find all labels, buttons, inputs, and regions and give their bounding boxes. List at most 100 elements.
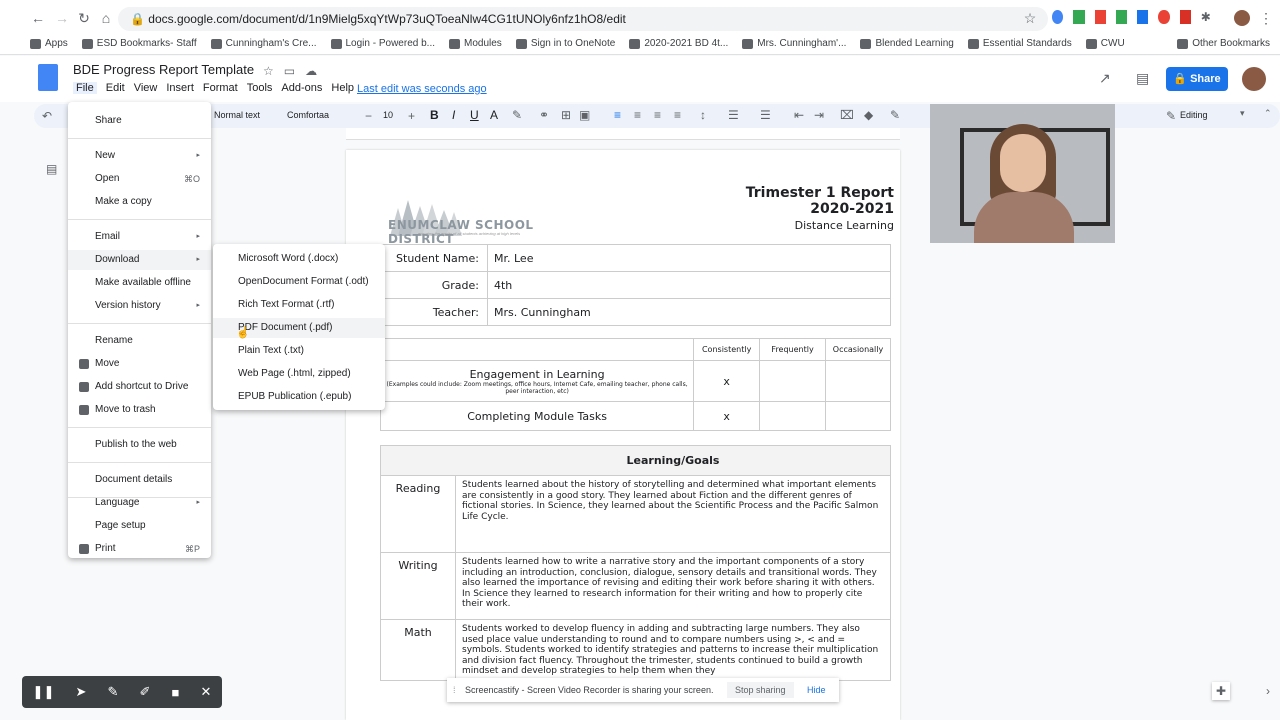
undo-icon[interactable]: ↶ [42, 109, 52, 123]
clear-formatting-icon[interactable]: ⌧ [840, 108, 854, 122]
align-right-icon[interactable]: ≡ [654, 108, 661, 122]
menu-item-document-details[interactable]: Document details [68, 470, 211, 490]
underline-icon[interactable]: U [470, 108, 479, 122]
line-spacing-icon[interactable]: ↕ [700, 108, 706, 122]
increase-size-icon[interactable]: + [408, 109, 415, 123]
profile-avatar[interactable] [1234, 10, 1250, 26]
outline-icon[interactable]: ▤ [46, 162, 60, 176]
menu-item-language[interactable]: Language ▸ [68, 493, 211, 513]
highlight-icon[interactable]: ✎ [512, 108, 522, 122]
pen-icon[interactable]: ✎ [107, 684, 118, 700]
reload-icon[interactable]: ↻ [74, 8, 94, 28]
home-icon[interactable]: ⌂ [96, 8, 116, 28]
bookmark-item[interactable]: Login - Powered b... [330, 38, 435, 49]
menu-view[interactable]: View [134, 82, 158, 94]
webcam-overlay[interactable] [930, 104, 1115, 243]
text-color-icon[interactable]: A [490, 108, 498, 122]
menu-item-version-history[interactable]: Version history ▸ [68, 296, 211, 316]
menu-insert[interactable]: Insert [166, 82, 194, 94]
menu-item-new[interactable]: New ▸ [68, 146, 211, 166]
fill-color-icon[interactable]: ◆ [864, 108, 873, 122]
bookmark-item[interactable]: Essential Standards [967, 38, 1072, 49]
bookmark-item[interactable]: Other Bookmarks [1177, 38, 1270, 49]
document-title[interactable]: BDE Progress Report Template [73, 62, 254, 77]
apps-bookmark[interactable]: Apps [30, 38, 68, 49]
menu-item-make-a-copy[interactable]: Make a copy [68, 192, 211, 212]
font-size-input[interactable]: 10 [383, 110, 393, 120]
italic-icon[interactable]: I [452, 108, 455, 122]
font-dropdown[interactable]: Comfortaa [287, 110, 329, 120]
menu-item-make-available-offline[interactable]: Make available offline [68, 273, 211, 293]
image-icon[interactable]: ▣ [579, 108, 590, 122]
decrease-size-icon[interactable]: − [365, 109, 372, 123]
menu-item-share[interactable]: Share [68, 111, 211, 131]
menu-item-add-shortcut-to-drive[interactable]: Add shortcut to Drive [68, 377, 211, 397]
menu-file[interactable]: File [73, 82, 97, 94]
drag-handle-icon[interactable]: ⁞ [453, 678, 456, 702]
bookmark-item[interactable]: 2020-2021 BD 4t... [629, 38, 728, 49]
chevron-down-icon[interactable]: ▾ [1240, 108, 1245, 119]
back-icon[interactable]: ← [28, 8, 48, 28]
extension-icon[interactable] [1158, 10, 1170, 24]
menu-item-move[interactable]: Move [68, 354, 211, 374]
increase-indent-icon[interactable]: ⇥ [814, 108, 824, 122]
menu-tools[interactable]: Tools [247, 82, 273, 94]
cursor-icon[interactable]: ➤ [75, 684, 86, 700]
side-panel-toggle-icon[interactable]: › [1266, 684, 1270, 698]
border-color-icon[interactable]: ✎ [890, 108, 900, 122]
bookmark-item[interactable]: Blended Learning [860, 38, 954, 49]
bulleted-list-icon[interactable]: ☰ [760, 108, 771, 122]
link-icon[interactable]: ⚭ [539, 108, 549, 122]
download-option[interactable]: OpenDocument Format (.odt) [213, 272, 385, 292]
editing-mode-dropdown[interactable]: Editing [1180, 110, 1208, 120]
extension-icon[interactable] [1179, 10, 1191, 24]
menu-item-download[interactable]: Download ▸ [68, 250, 211, 270]
close-icon[interactable]: ✕ [200, 684, 211, 700]
bookmark-item[interactable]: Sign in to OneNote [515, 38, 615, 49]
download-option[interactable]: Microsoft Word (.docx) [213, 249, 385, 269]
menu-item-open[interactable]: Open ⌘O [68, 169, 211, 189]
docs-logo-icon[interactable] [38, 64, 58, 91]
share-button[interactable]: 🔒 Share [1166, 67, 1228, 91]
more-vert-icon[interactable]: ⋮ [1256, 8, 1276, 28]
menu-help[interactable]: Help [331, 82, 354, 94]
menu-item-rename[interactable]: Rename [68, 331, 211, 351]
address-bar[interactable]: 🔒 docs.google.com/document/d/1n9Mielg5xq… [118, 7, 1048, 31]
explore-icon[interactable]: ✚ [1212, 682, 1230, 700]
avatar[interactable] [1242, 67, 1266, 91]
ruler[interactable] [346, 128, 900, 140]
menu-addons[interactable]: Add-ons [281, 82, 322, 94]
activity-icon[interactable]: ↗ [1099, 70, 1111, 87]
pause-icon[interactable]: ❚❚ [33, 684, 55, 700]
bookmark-item[interactable]: CWU [1085, 38, 1125, 49]
star-icon[interactable]: ☆ [263, 64, 274, 78]
menu-item-print[interactable]: Print ⌘P [68, 539, 211, 559]
comment-icon[interactable]: ⊞ [561, 108, 571, 122]
bookmark-item[interactable]: Cunningham's Cre... [210, 38, 317, 49]
justify-icon[interactable]: ≡ [674, 108, 681, 122]
align-left-icon[interactable]: ≡ [614, 108, 621, 122]
extension-icon[interactable] [1073, 10, 1085, 24]
download-option[interactable]: Plain Text (.txt) [213, 341, 385, 361]
bookmark-item[interactable]: Mrs. Cunningham'... [742, 38, 846, 49]
align-center-icon[interactable]: ≡ [634, 108, 641, 122]
highlighter-icon[interactable]: ✐ [139, 684, 150, 700]
decrease-indent-icon[interactable]: ⇤ [794, 108, 804, 122]
puzzle-icon[interactable]: ✱ [1201, 10, 1212, 24]
extension-icon[interactable] [1052, 10, 1064, 24]
last-edit-link[interactable]: Last edit was seconds ago [357, 83, 487, 95]
download-option[interactable]: Rich Text Format (.rtf) [213, 295, 385, 315]
extension-icon[interactable] [1115, 10, 1127, 24]
menu-edit[interactable]: Edit [106, 82, 125, 94]
extension-icon[interactable] [1094, 10, 1106, 24]
download-option[interactable]: EPUB Publication (.epub) [213, 387, 385, 407]
menu-format[interactable]: Format [203, 82, 238, 94]
bookmark-item[interactable]: Modules [449, 38, 502, 49]
menu-item-page-setup[interactable]: Page setup [68, 516, 211, 536]
download-option[interactable]: Web Page (.html, zipped) [213, 364, 385, 384]
hide-button[interactable]: Hide [807, 678, 826, 702]
menu-item-publish-to-the-web[interactable]: Publish to the web [68, 435, 211, 455]
stop-sharing-button[interactable]: Stop sharing [727, 682, 794, 698]
menu-item-email[interactable]: Email ▸ [68, 227, 211, 247]
bookmark-item[interactable]: ESD Bookmarks- Staff [81, 38, 197, 49]
